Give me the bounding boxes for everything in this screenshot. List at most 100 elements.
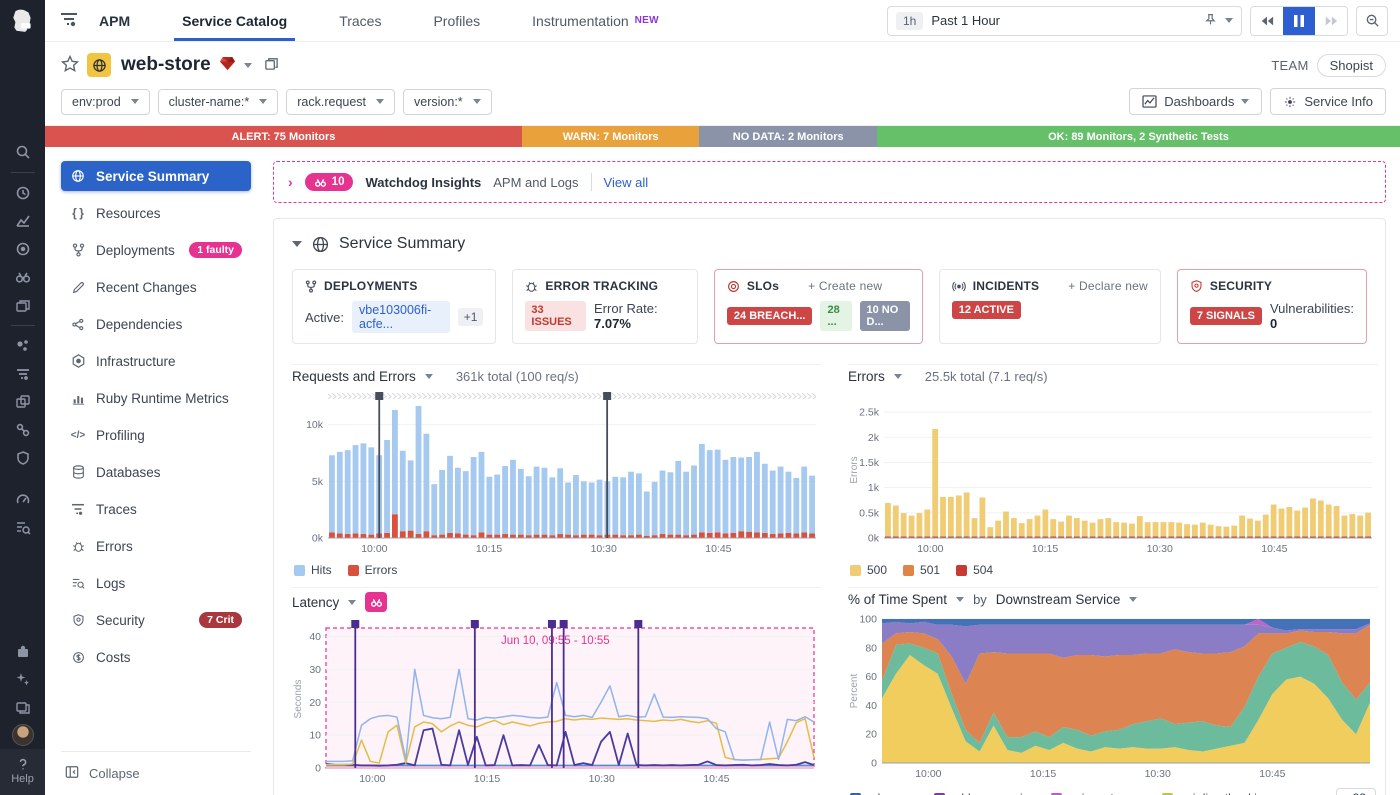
- legend-item-504[interactable]: 504: [956, 563, 993, 577]
- legend-item-errors[interactable]: Errors: [348, 563, 398, 577]
- legend-item-hits[interactable]: Hits: [294, 563, 332, 577]
- ci-icon[interactable]: [0, 416, 45, 444]
- time-spent-caret-icon[interactable]: [956, 597, 964, 602]
- time-range-picker[interactable]: 1h Past 1 Hour: [887, 6, 1242, 36]
- apm-rail-icon[interactable]: [0, 360, 45, 388]
- watchdog-count-badge[interactable]: 10: [305, 173, 354, 191]
- monitor-segment-nodata[interactable]: NO DATA: 2 Monitors: [699, 126, 877, 147]
- nav-tab-instrumentation[interactable]: Instrumentation NEW: [506, 0, 685, 41]
- latency-chart-title[interactable]: Latency: [292, 595, 339, 610]
- team-pill[interactable]: Shopist: [1317, 54, 1386, 77]
- nav-tab-profiles[interactable]: Profiles: [407, 0, 506, 41]
- watchdog-view-all-link[interactable]: View all: [604, 175, 649, 190]
- errors-chart-caret-icon[interactable]: [894, 374, 902, 379]
- requests-errors-chart[interactable]: 0k5k10k10:0010:1510:3010:45: [292, 386, 822, 556]
- sparkles-icon[interactable]: [0, 665, 45, 693]
- security-signals-badge[interactable]: 7 SIGNALS: [1190, 307, 1262, 325]
- filter-env[interactable]: env:prod: [61, 89, 150, 115]
- sidebar-item-runtime-metrics[interactable]: Ruby Runtime Metrics: [61, 383, 251, 413]
- datadog-logo[interactable]: [0, 0, 45, 42]
- sidebar-item-resources[interactable]: { } Resources: [61, 198, 251, 228]
- monitor-segment-warn[interactable]: WARN: 7 Monitors: [522, 126, 700, 147]
- sidebar-item-profiling[interactable]: </> Profiling: [61, 420, 251, 450]
- time-back-button[interactable]: [1251, 7, 1283, 35]
- watchdog-icon[interactable]: [0, 263, 45, 291]
- sidebar-item-traces[interactable]: Traces: [61, 494, 251, 524]
- latency-watchdog-badge[interactable]: [365, 592, 387, 612]
- pause-button[interactable]: [1283, 7, 1315, 35]
- monitor-segment-alert[interactable]: ALERT: 75 Monitors: [45, 126, 522, 147]
- time-spent-dimension[interactable]: Downstream Service: [996, 592, 1121, 607]
- service-caret-icon[interactable]: [244, 63, 252, 68]
- time-forward-button[interactable]: [1315, 7, 1347, 35]
- issues-chip[interactable]: 33 ISSUES: [525, 301, 586, 331]
- monitor-segment-ok[interactable]: OK: 89 Monitors, 2 Synthetic Tests: [877, 126, 1400, 147]
- copy-icon[interactable]: [264, 56, 279, 74]
- user-avatar[interactable]: [0, 721, 45, 749]
- service-info-button[interactable]: Service Info: [1270, 88, 1386, 115]
- slo-breached-badge[interactable]: 24 BREACH...: [727, 307, 813, 325]
- zoom-out-button[interactable]: [1356, 6, 1388, 36]
- deployment-version-chip[interactable]: vbe103006fi-acfe...: [352, 301, 450, 333]
- log-explorer-icon[interactable]: [0, 514, 45, 542]
- time-spent-chart[interactable]: 02040608010010:0010:1510:3010:45Percent: [848, 609, 1378, 781]
- slos-card[interactable]: SLOs + Create new 24 BREACH... 28 ... 10…: [714, 269, 923, 344]
- slo-nodata-badge[interactable]: 10 NO D...: [860, 301, 910, 331]
- workspaces-icon[interactable]: [0, 693, 45, 721]
- deployments-card[interactable]: DEPLOYMENTS Active: vbe103006fi-acfe... …: [292, 269, 496, 344]
- time-spent-dimension-caret-icon[interactable]: [1129, 597, 1137, 602]
- time-spent-chart-title[interactable]: % of Time Spent: [848, 592, 947, 607]
- rum-icon[interactable]: [0, 388, 45, 416]
- legend-more-chip[interactable]: +33: [1336, 788, 1376, 795]
- servicemap-icon[interactable]: [0, 332, 45, 360]
- synthetics-icon[interactable]: [0, 235, 45, 263]
- slo-ok-badge[interactable]: 28 ...: [820, 301, 851, 331]
- nav-tab-service-catalog[interactable]: Service Catalog: [156, 0, 313, 41]
- sidebar-item-databases[interactable]: Databases: [61, 457, 251, 487]
- nav-tab-apm[interactable]: APM: [93, 0, 156, 41]
- errors-chart-title[interactable]: Errors: [848, 369, 885, 384]
- requests-chart-title[interactable]: Requests and Errors: [292, 369, 416, 384]
- legend-item-api-crypto[interactable]: api.crypto.com: [1051, 791, 1146, 795]
- errors-chart[interactable]: 0k0.5k1k1.5k2k2.5k10:0010:1510:3010:45Er…: [848, 386, 1378, 556]
- sidebar-item-infrastructure[interactable]: Infrastructure: [61, 346, 251, 376]
- incidents-card[interactable]: INCIDENTS + Declare new 12 ACTIVE: [939, 269, 1161, 344]
- panel-collapse-chevron[interactable]: [292, 241, 302, 247]
- legend-item-501[interactable]: 501: [903, 563, 940, 577]
- requests-chart-caret-icon[interactable]: [425, 374, 433, 379]
- sidebar-item-security[interactable]: Security 7 Crit: [61, 605, 251, 635]
- history-icon[interactable]: [0, 179, 45, 207]
- deployment-more-chip[interactable]: +1: [458, 308, 484, 326]
- watchdog-expand-chevron[interactable]: ›: [288, 174, 293, 190]
- favorite-star-icon[interactable]: [61, 55, 79, 76]
- sidebar-item-errors[interactable]: Errors: [61, 531, 251, 561]
- create-slo-link[interactable]: + Create new: [808, 279, 882, 293]
- legend-item-500[interactable]: 500: [850, 563, 887, 577]
- sidebar-item-deployments[interactable]: Deployments 1 faulty: [61, 235, 251, 265]
- gauge-icon[interactable]: [0, 486, 45, 514]
- sidebar-item-recent-changes[interactable]: Recent Changes: [61, 272, 251, 302]
- metrics-icon[interactable]: [0, 207, 45, 235]
- legend-item-api-directbanking[interactable]: api.directbankingpaym...: [1162, 791, 1309, 795]
- legend-item-ad-server[interactable]: ad-server: [850, 791, 918, 795]
- sidebar-item-dependencies[interactable]: Dependencies: [61, 309, 251, 339]
- error-tracking-card[interactable]: ERROR TRACKING 33 ISSUES Error Rate: 7.0…: [512, 269, 698, 344]
- declare-incident-link[interactable]: + Declare new: [1068, 279, 1148, 293]
- legend-item-address-service[interactable]: address-service: [934, 791, 1036, 795]
- integrations-icon[interactable]: [0, 637, 45, 665]
- sidebar-collapse[interactable]: Collapse: [61, 751, 251, 795]
- sidebar-item-service-summary[interactable]: Service Summary: [61, 161, 251, 191]
- help-button[interactable]: Help: [0, 749, 45, 795]
- layers-icon[interactable]: [0, 291, 45, 319]
- security-card[interactable]: SECURITY 7 SIGNALS Vulnerabilities: 0: [1177, 269, 1367, 344]
- dashboards-button[interactable]: Dashboards: [1129, 88, 1262, 115]
- sidebar-item-costs[interactable]: Costs: [61, 642, 251, 672]
- filter-cluster[interactable]: cluster-name:*: [158, 89, 279, 115]
- filter-version[interactable]: version:*: [403, 89, 492, 115]
- security-rail-icon[interactable]: [0, 444, 45, 472]
- nav-tab-traces[interactable]: Traces: [313, 0, 407, 41]
- incidents-active-badge[interactable]: 12 ACTIVE: [952, 301, 1021, 319]
- latency-chart-caret-icon[interactable]: [348, 600, 356, 605]
- pin-icon[interactable]: [1204, 13, 1217, 29]
- search-icon[interactable]: [0, 138, 45, 166]
